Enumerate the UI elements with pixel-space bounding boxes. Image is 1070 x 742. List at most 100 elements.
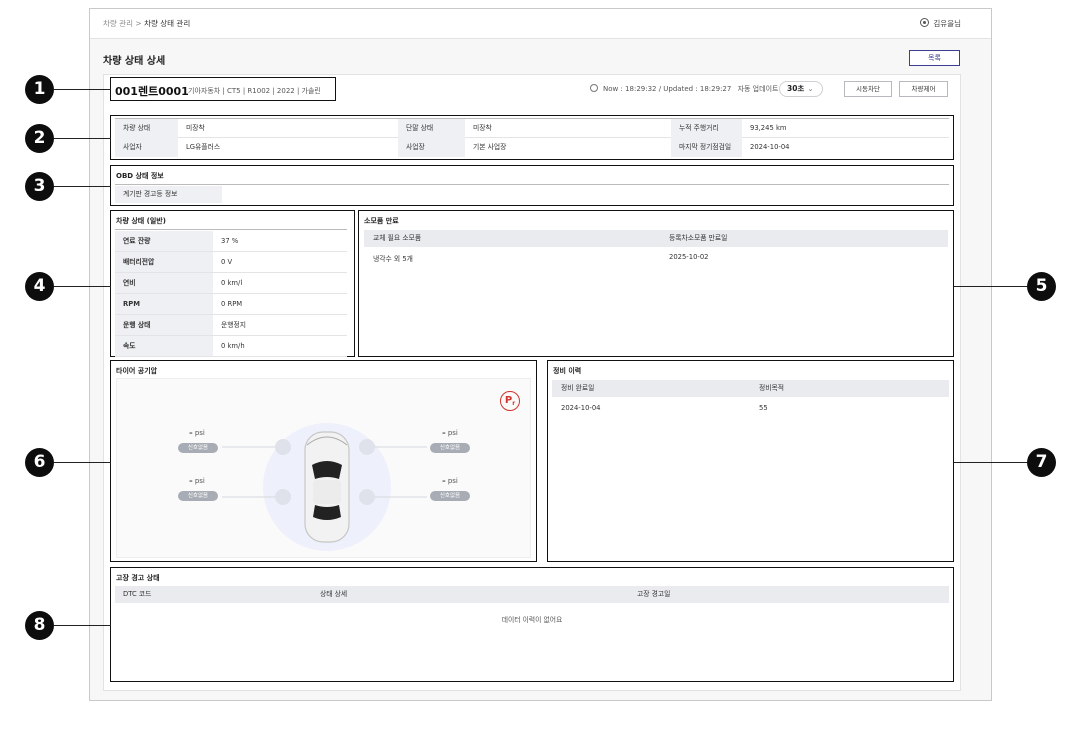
tire-rear-right-status: 신호없음: [430, 491, 470, 501]
maintenance-title: 정비 이력: [553, 367, 582, 375]
car-diagram: [222, 423, 427, 551]
list-button[interactable]: 목록: [909, 50, 960, 66]
general-row: RPM 0 RPM: [115, 294, 347, 315]
parking-brake-icon: Pr: [500, 391, 520, 411]
vehicle-header: 001렌트0001 기아자동차 | CT5 | R1002 | 2022 | 가…: [110, 77, 336, 101]
remote-stop-button[interactable]: 시동차단: [844, 81, 892, 97]
obd-title: OBD 상태 정보: [116, 172, 164, 180]
general-label: 연비: [115, 273, 213, 293]
tire-value: –: [189, 477, 193, 485]
dtc-title: 고장 경고 상태: [116, 574, 160, 582]
callout-line: [54, 286, 111, 287]
summary-label: 마지막 정기점검일: [671, 138, 742, 157]
obd-section: OBD 상태 정보 계기판 경고등 정보: [110, 165, 954, 206]
tire-rear-left-status: 신호없음: [178, 491, 218, 501]
tire-diagram: Pr – psi 신호없음 – psi 신호없음 – psi 신호없음 – ps…: [116, 378, 531, 558]
empty-message: 데이터 이력이 없어요: [501, 616, 563, 624]
consumables-header: 교체 필요 소모품 등록차소모품 만료일: [364, 230, 948, 247]
obd-value: [222, 186, 522, 203]
top-bar: 차량 관리 > 차량 상태 관리 김유을님: [90, 9, 991, 39]
callout-badge: 6: [25, 448, 54, 477]
maintenance-header: 정비 완료일 정비목적: [552, 380, 949, 397]
auto-update-label: 자동 업데이트: [737, 85, 779, 93]
page-title: 차량 상태 상세: [103, 56, 166, 67]
table-row[interactable]: 냉각수 외 5개 2025-10-02: [364, 253, 948, 265]
parking-badge-sub: r: [512, 400, 516, 407]
tire-title: 타이어 공기압: [116, 367, 158, 375]
table-row[interactable]: 2024-10-04 55: [552, 404, 949, 416]
consumables-section: 소모품 만료 교체 필요 소모품 등록차소모품 만료일 냉각수 외 5개 202…: [358, 210, 954, 357]
interval-value: 30초: [787, 84, 805, 93]
dtc-section: 고장 경고 상태 DTC 코드 상태 상세 고장 경고일 데이터 이력이 없어요: [110, 567, 954, 682]
general-value: 운행정지: [221, 321, 247, 329]
general-label: 연료 잔량: [115, 231, 213, 251]
tire-value: –: [442, 429, 446, 437]
breadcrumb-separator: >: [135, 19, 142, 28]
general-label: 배터리전압: [115, 252, 213, 272]
tire-front-right-psi: – psi: [430, 429, 470, 437]
callout-badge: 1: [25, 75, 54, 104]
summary-label: 단말 상태: [398, 119, 465, 138]
consumables-title: 소모품 만료: [364, 217, 399, 225]
maintenance-section: 정비 이력 정비 완료일 정비목적 2024-10-04 55: [547, 360, 954, 562]
column-header: 교체 필요 소모품: [373, 234, 422, 242]
callout-line: [954, 286, 1027, 287]
vehicle-id: 001렌트0001: [115, 85, 189, 98]
summary-row: 사업자 LG유플러스 사업장 기본 사업장 마지막 정기점검일 2024-10-…: [115, 138, 949, 157]
general-label: 운행 상태: [115, 315, 213, 335]
general-row: 연비 0 km/l: [115, 273, 347, 294]
user-circle-icon: [920, 18, 930, 27]
general-row: 속도 0 km/h: [115, 336, 347, 357]
vehicle-control-button[interactable]: 차량제어: [899, 81, 948, 97]
general-value: 37 %: [221, 237, 239, 245]
clock-icon: [590, 84, 598, 92]
tire-value: –: [442, 477, 446, 485]
table-cell: 55: [759, 404, 768, 412]
time-text: Now : 18:29:32 / Updated : 18:29:27: [603, 85, 732, 93]
breadcrumb-parent[interactable]: 차량 관리: [103, 19, 133, 28]
vehicle-info: 기아자동차 | CT5 | R1002 | 2022 | 가솔린: [188, 87, 321, 95]
table-cell: 2025-10-02: [669, 253, 709, 261]
callout-line: [54, 138, 111, 139]
callout-badge: 4: [25, 272, 54, 301]
summary-grid: 차량 상태 미장착 단말 상태 미장착 누적 주행거리 93,245 km 사업…: [110, 115, 954, 160]
user-name: 김유을님: [933, 19, 961, 28]
table-cell: 냉각수 외 5개: [373, 255, 413, 263]
column-header: 등록차소모품 만료일: [669, 234, 728, 242]
summary-row: 차량 상태 미장착 단말 상태 미장착 누적 주행거리 93,245 km: [115, 119, 949, 138]
tire-front-left-psi: – psi: [177, 429, 217, 437]
callout-badge: 2: [25, 124, 54, 153]
column-header: 상태 상세: [320, 590, 348, 598]
table-cell: 2024-10-04: [561, 404, 601, 412]
callout-badge: 7: [1027, 448, 1056, 477]
summary-value: 2024-10-04: [750, 143, 790, 151]
column-header: 정비 완료일: [561, 384, 595, 392]
callout-line: [54, 186, 111, 187]
tire-unit: psi: [447, 429, 458, 437]
summary-label: 사업장: [398, 138, 465, 157]
user-menu[interactable]: 김유을님: [920, 18, 961, 29]
update-interval-select[interactable]: 30초 ⌄: [779, 81, 823, 97]
summary-value: 93,245 km: [750, 124, 787, 132]
summary-label: 사업자: [115, 138, 178, 157]
summary-value: 미장착: [473, 124, 492, 132]
chevron-down-icon: ⌄: [807, 84, 814, 93]
general-value: 0 RPM: [221, 300, 243, 308]
callout-line: [54, 89, 111, 90]
callout-line: [54, 625, 111, 626]
summary-label: 누적 주행거리: [671, 119, 742, 138]
summary-value: 기본 사업장: [473, 143, 507, 151]
column-header: 정비목적: [759, 384, 785, 392]
summary-value: LG유플러스: [186, 143, 221, 151]
tire-unit: psi: [194, 477, 205, 485]
callout-badge: 8: [25, 611, 54, 640]
general-value: 0 V: [221, 258, 233, 266]
tire-unit: psi: [194, 429, 205, 437]
tire-rear-right-psi: – psi: [430, 477, 470, 485]
update-time: Now : 18:29:32 / Updated : 18:29:27 자동 업…: [590, 84, 778, 94]
tire-value: –: [189, 429, 193, 437]
breadcrumb-current: 차량 상태 관리: [144, 19, 191, 28]
callout-line: [54, 462, 111, 463]
general-title: 차량 상태 (일반): [116, 217, 166, 225]
general-label: RPM: [115, 294, 213, 314]
